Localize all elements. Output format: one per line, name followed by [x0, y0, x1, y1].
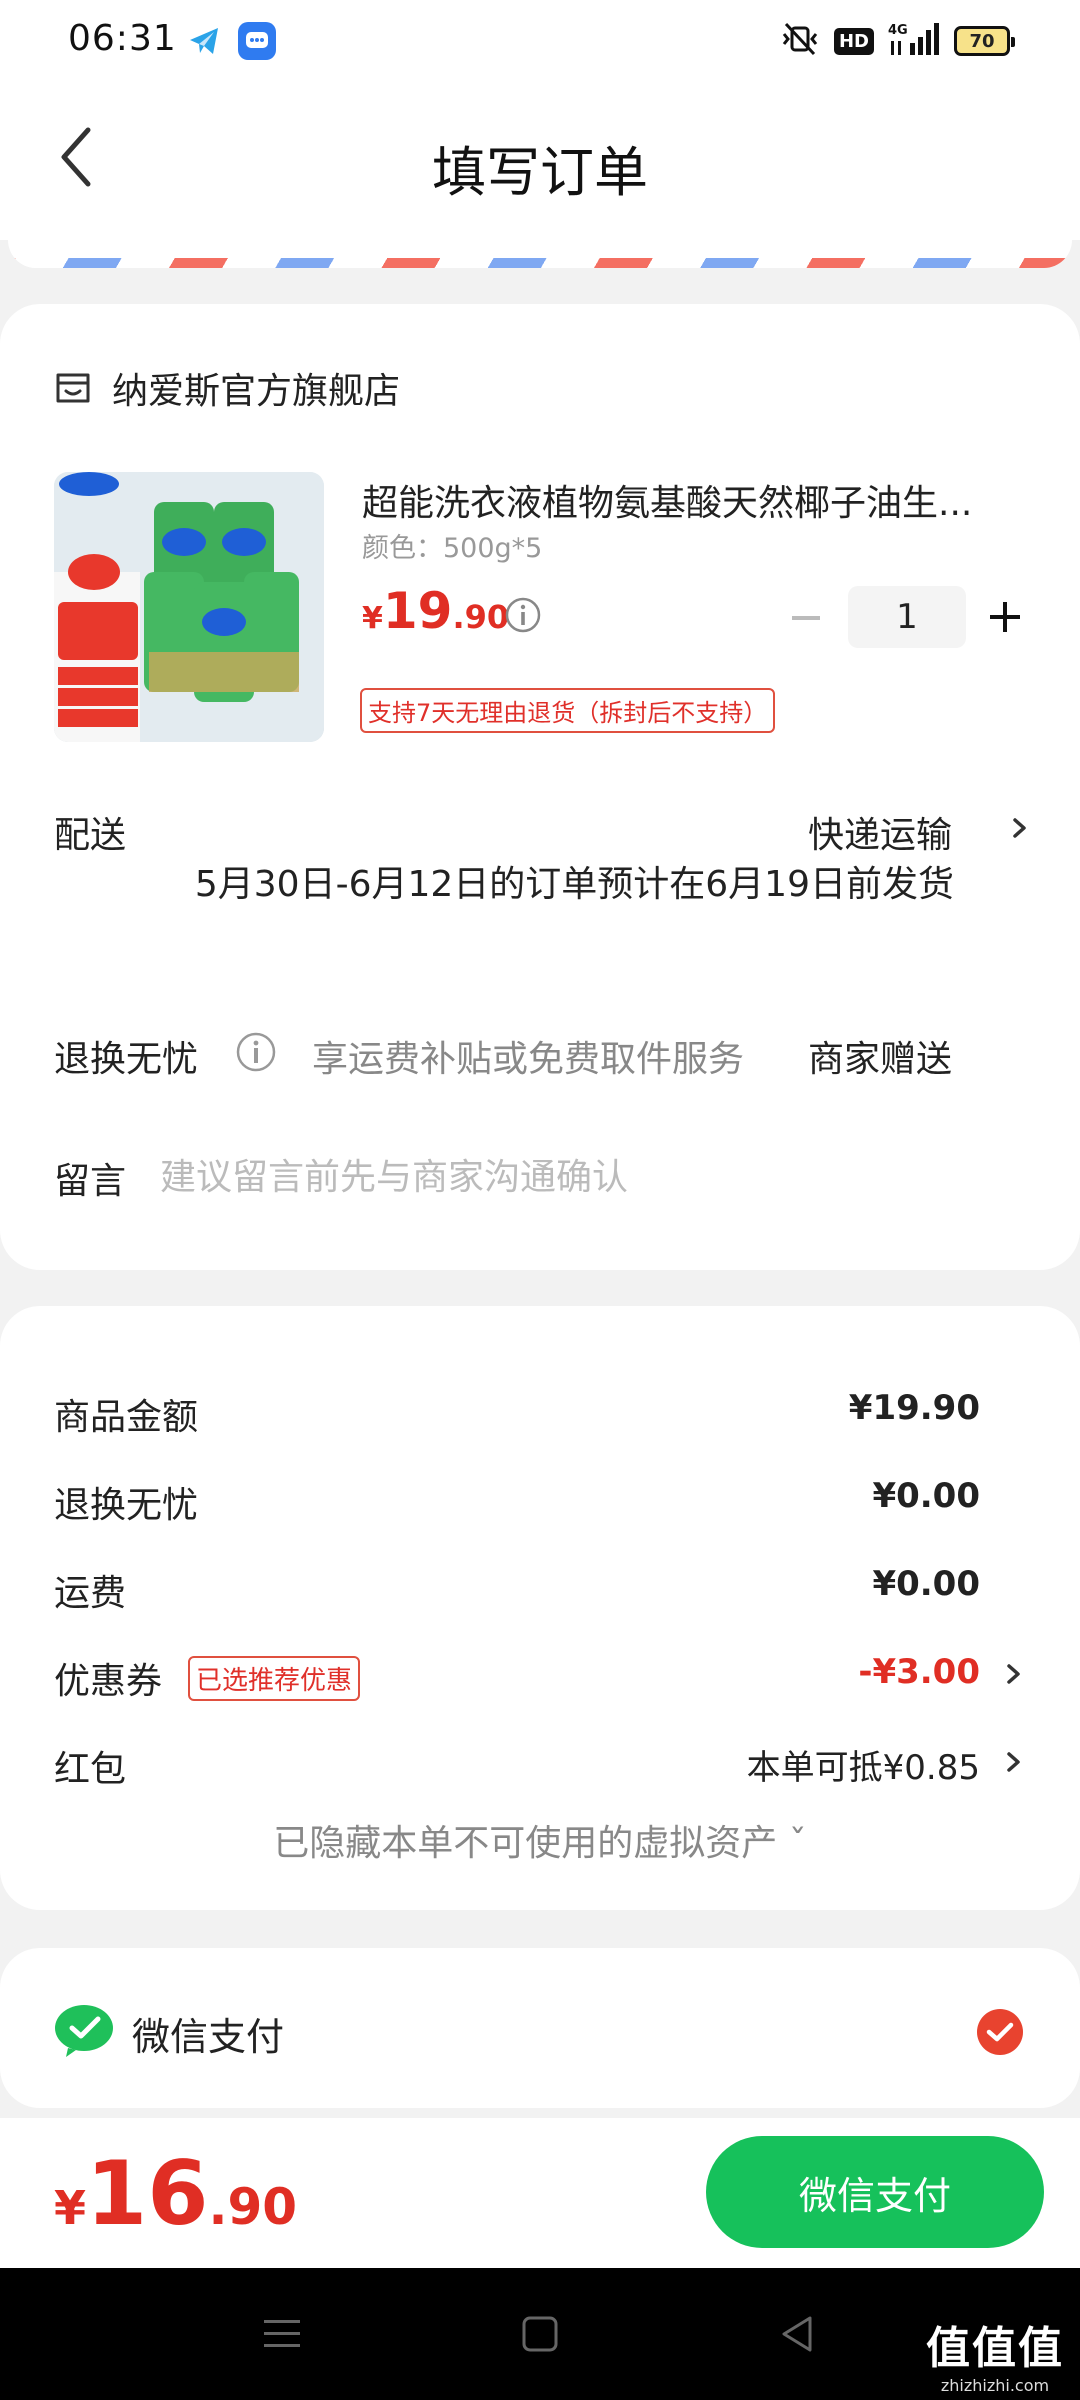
menu-icon[interactable] [260, 2312, 304, 2356]
watermark: 值值值 zhizhizhi.com [926, 2312, 1064, 2395]
chevron-right-icon[interactable] [1008, 814, 1032, 842]
status-icons: HD 4G 70 [780, 20, 1015, 62]
quantity-increase-button[interactable] [986, 598, 1024, 636]
shipping-row: 运费 ¥0.00 [54, 1558, 1026, 1618]
telegram-app-icon [186, 22, 224, 60]
status-bar: 06:31 HD 4G 70 [0, 0, 1080, 80]
payment-method-label: 微信支付 [132, 2015, 285, 2059]
chevron-right-icon[interactable] [1002, 1748, 1026, 1776]
chat-app-icon [238, 22, 276, 60]
status-time: 06:31 [68, 18, 177, 59]
svg-text:4G: 4G [888, 23, 908, 38]
price-integer: 19 [382, 582, 453, 640]
delivery-label: 配送 [54, 815, 127, 856]
plus-icon [990, 602, 1020, 632]
pay-button[interactable]: 微信支付 [706, 2136, 1044, 2248]
return-policy-tag: 支持7天无理由退货（拆封后不支持） [360, 688, 776, 733]
checkout-bar: ¥ 16 .90 微信支付 [0, 2118, 1080, 2268]
red-packet-label: 红包 [54, 1749, 127, 1790]
signal-icon: 4G [888, 21, 940, 61]
delivery-note: 5月30日-6月12日的订单预计在6月19日前发货 [194, 864, 954, 905]
page-title: 填写订单 [432, 141, 648, 204]
returns-label: 退换无忧 [54, 1039, 199, 1080]
price-symbol: ¥ [362, 601, 383, 636]
shipping-label: 运费 [54, 1573, 127, 1614]
shipping-value: ¥0.00 [872, 1564, 980, 1604]
goods-amount-label: 商品金额 [54, 1397, 199, 1438]
returns-amount-value: ¥0.00 [872, 1476, 980, 1516]
watermark-main: 值值值 [926, 2323, 1064, 2374]
payment-method-card[interactable]: 微信支付 [0, 1948, 1080, 2108]
quantity-stepper[interactable]: 1 [848, 586, 966, 648]
watermark-sub: zhizhizhi.com [940, 2376, 1050, 2395]
red-packet-row[interactable]: 红包 本单可抵¥0.85 [54, 1734, 1026, 1794]
total-decimal: .90 [208, 2178, 298, 2236]
back-nav-icon[interactable] [776, 2312, 820, 2356]
hidden-assets-toggle[interactable]: 已隐藏本单不可使用的虚拟资产 ˇ [0, 1814, 1080, 1866]
total-price: ¥ 16 .90 [54, 2142, 297, 2245]
order-card: 纳爱斯官方旗舰店 超能洗衣液植物氨基酸天然椰子油生... 颜色：500g*5 ¥… [0, 304, 1080, 1270]
home-icon[interactable] [518, 2312, 562, 2356]
system-nav-bar: 值值值 zhizhizhi.com [0, 2268, 1080, 2400]
coupon-value: -¥3.00 [858, 1652, 980, 1692]
returns-gift: 商家赠送 [807, 1039, 952, 1080]
hd-badge: HD [833, 27, 874, 55]
returns-description: 享运费补贴或免费取件服务 [312, 1039, 745, 1080]
product-price: ¥ 19 .90 [362, 582, 509, 640]
returns-info-icon[interactable] [234, 1030, 278, 1074]
quantity-decrease-button[interactable] [788, 600, 824, 636]
product-spec: 颜色：500g*5 [362, 533, 543, 564]
total-integer: 16 [86, 2142, 209, 2245]
returns-amount-label: 退换无忧 [54, 1485, 199, 1526]
store-name: 纳爱斯官方旗舰店 [112, 371, 401, 412]
chevron-right-icon[interactable] [1002, 1660, 1026, 1688]
coupon-row[interactable]: 优惠券 已选推荐优惠 -¥3.00 [54, 1646, 1026, 1706]
total-symbol: ¥ [54, 2181, 87, 2235]
amount-card: 商品金额 ¥19.90 退换无忧 ¥0.00 运费 ¥0.00 优惠券 已选推荐… [0, 1306, 1080, 1910]
message-label: 留言 [54, 1161, 127, 1202]
coupon-label: 优惠券 [54, 1661, 163, 1702]
price-info-icon[interactable] [504, 596, 542, 634]
goods-amount-row: 商品金额 ¥19.90 [54, 1382, 1026, 1442]
selected-check-icon[interactable] [976, 2008, 1024, 2056]
store-row[interactable]: 纳爱斯官方旗舰店 [54, 362, 400, 414]
message-input[interactable] [160, 1152, 1020, 1202]
coupon-tag: 已选推荐优惠 [188, 1656, 361, 1701]
product-title[interactable]: 超能洗衣液植物氨基酸天然椰子油生... [362, 474, 1012, 526]
store-icon [54, 369, 92, 407]
battery-icon: 70 [954, 26, 1015, 56]
address-stripe-divider [8, 240, 1072, 268]
goods-amount-value: ¥19.90 [848, 1388, 980, 1428]
vibrate-icon [780, 22, 820, 60]
price-decimal: .90 [452, 598, 510, 636]
product-image[interactable] [54, 472, 324, 742]
red-packet-value: 本单可抵¥0.85 [746, 1748, 980, 1788]
delivery-method[interactable]: 快递运输 [808, 806, 952, 858]
minus-icon [792, 616, 820, 620]
nav-header: 填写订单 [0, 80, 1080, 240]
returns-amount-row: 退换无忧 ¥0.00 [54, 1470, 1026, 1530]
wechat-pay-icon [54, 2004, 114, 2058]
